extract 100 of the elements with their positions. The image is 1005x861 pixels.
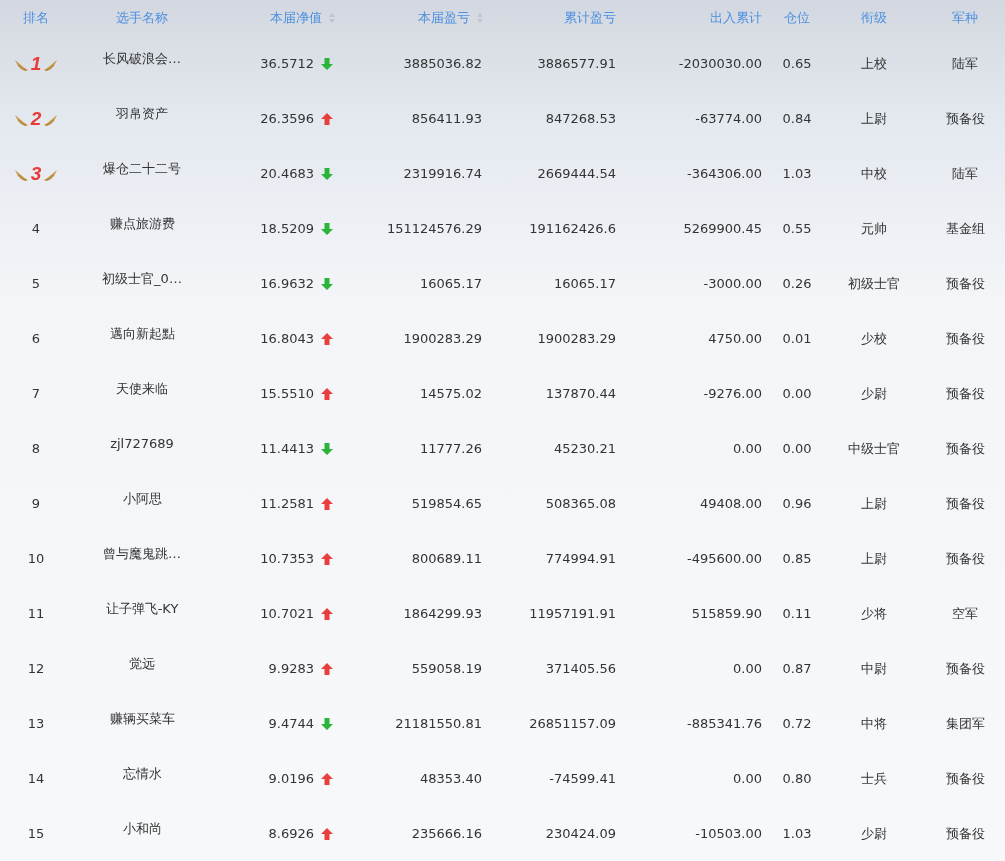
- player-name: 小和尚: [122, 819, 162, 838]
- total-profit-loss: 371405.56: [545, 661, 616, 676]
- position-ratio: 0.55: [782, 221, 812, 236]
- rank-number: 10: [27, 551, 45, 566]
- player-name: 小阿思: [122, 489, 162, 508]
- net-value: 9.4744: [268, 716, 314, 731]
- net-value: 18.5209: [260, 221, 314, 236]
- column-header[interactable]: 本届盈亏: [418, 9, 470, 27]
- net-value: 36.5712: [260, 56, 314, 71]
- profit-loss: 11777.26: [419, 441, 482, 456]
- player-name: 爆仓二十二号: [103, 159, 181, 178]
- rank-title: 少尉: [860, 824, 887, 843]
- profit-loss: 151124576.29: [386, 221, 482, 236]
- position-ratio: 0.65: [782, 56, 812, 71]
- branch-name: 预备役: [945, 659, 985, 678]
- rank-number: 15: [27, 826, 45, 841]
- rank-number: 1: [30, 52, 42, 75]
- rank-number: 4: [31, 221, 41, 236]
- profit-loss: 800689.11: [411, 551, 482, 566]
- net-value: 15.5510: [260, 386, 314, 401]
- profit-loss: 21181550.81: [395, 716, 482, 731]
- rank-title: 少校: [860, 329, 887, 348]
- column-header: 仓位: [784, 9, 810, 27]
- rank-title: 上尉: [860, 494, 887, 513]
- branch-name: 空军: [952, 604, 978, 623]
- profit-loss: 16065.17: [419, 276, 482, 291]
- position-ratio: 0.80: [782, 771, 812, 786]
- total-profit-loss: 508365.08: [545, 496, 616, 511]
- rank-title: 士兵: [860, 769, 887, 788]
- profit-loss: 2319916.74: [403, 166, 482, 181]
- player-name: 让子弹飞-KY: [105, 599, 179, 618]
- position-ratio: 0.72: [782, 716, 812, 731]
- net-value: 9.9283: [268, 661, 314, 676]
- profit-loss: 3885036.82: [403, 56, 482, 71]
- branch-name: 陆军: [952, 54, 978, 73]
- net-value: 8.6926: [268, 826, 314, 841]
- rank-title: 少尉: [860, 384, 887, 403]
- cash-flow: 5269900.45: [683, 221, 762, 236]
- rank-number: 5: [31, 276, 41, 291]
- sort-icon[interactable]: [476, 12, 484, 24]
- player-name: 曾与魔鬼跳…: [103, 544, 181, 563]
- rank-title: 中尉: [860, 659, 887, 678]
- cash-flow: 0.00: [733, 661, 762, 676]
- rank-number: 6: [31, 331, 41, 346]
- position-ratio: 0.00: [782, 386, 812, 401]
- rank-title: 上尉: [860, 109, 887, 128]
- total-profit-loss: 847268.53: [545, 111, 616, 126]
- cash-flow: -364306.00: [687, 166, 762, 181]
- position-ratio: 0.96: [782, 496, 812, 511]
- player-name: 觉远: [129, 654, 155, 673]
- position-ratio: 0.85: [782, 551, 812, 566]
- rank-number: 14: [27, 771, 45, 786]
- branch-name: 预备役: [945, 109, 985, 128]
- position-ratio: 1.03: [782, 826, 812, 841]
- position-ratio: 1.03: [782, 166, 812, 181]
- cash-flow: -10503.00: [695, 826, 762, 841]
- branch-name: 预备役: [945, 439, 985, 458]
- net-value: 11.2581: [260, 496, 314, 511]
- rank-title: 少将: [860, 604, 887, 623]
- total-profit-loss: 191162426.6: [529, 221, 616, 236]
- rank-title: 中级士官: [847, 439, 900, 458]
- cash-flow: -885341.76: [687, 716, 762, 731]
- net-value: 26.3596: [260, 111, 314, 126]
- cash-flow: 0.00: [733, 441, 762, 456]
- column-header[interactable]: 本届净值: [270, 9, 322, 27]
- profit-loss: 519854.65: [411, 496, 482, 511]
- player-name: 赚点旅游费: [109, 214, 175, 233]
- branch-name: 预备役: [945, 274, 985, 293]
- branch-name: 预备役: [945, 549, 985, 568]
- rank-number: 11: [27, 606, 45, 621]
- total-profit-loss: 11957191.91: [529, 606, 616, 621]
- branch-name: 预备役: [945, 824, 985, 843]
- branch-name: 预备役: [945, 329, 985, 348]
- total-profit-loss: 230424.09: [545, 826, 616, 841]
- column-header: 衔级: [860, 9, 887, 27]
- branch-name: 预备役: [945, 384, 985, 403]
- total-profit-loss: 45230.21: [553, 441, 616, 456]
- cash-flow: 515859.90: [691, 606, 762, 621]
- sort-icon[interactable]: [328, 12, 336, 24]
- profit-loss: 1900283.29: [403, 331, 482, 346]
- player-name: 羽帛资产: [116, 104, 168, 123]
- cash-flow: 0.00: [733, 771, 762, 786]
- column-header: 出入累计: [710, 9, 762, 27]
- total-profit-loss: 3886577.91: [537, 56, 616, 71]
- branch-name: 集团军: [945, 714, 985, 733]
- rank-title: 上校: [860, 54, 887, 73]
- rank-number: 7: [31, 386, 41, 401]
- player-name: 天使来临: [116, 379, 168, 398]
- rank-number: 9: [31, 496, 41, 511]
- position-ratio: 0.87: [782, 661, 812, 676]
- profit-loss: 48353.40: [419, 771, 482, 786]
- profit-loss: 235666.16: [411, 826, 482, 841]
- branch-name: 预备役: [945, 769, 985, 788]
- column-header: 累计盈亏: [564, 9, 616, 27]
- column-header: 军种: [952, 9, 978, 27]
- position-ratio: 0.01: [782, 331, 812, 346]
- branch-name: 预备役: [945, 494, 985, 513]
- player-name: 邁向新起點: [109, 324, 175, 343]
- cash-flow: -9276.00: [703, 386, 762, 401]
- column-header: 排名: [23, 9, 49, 27]
